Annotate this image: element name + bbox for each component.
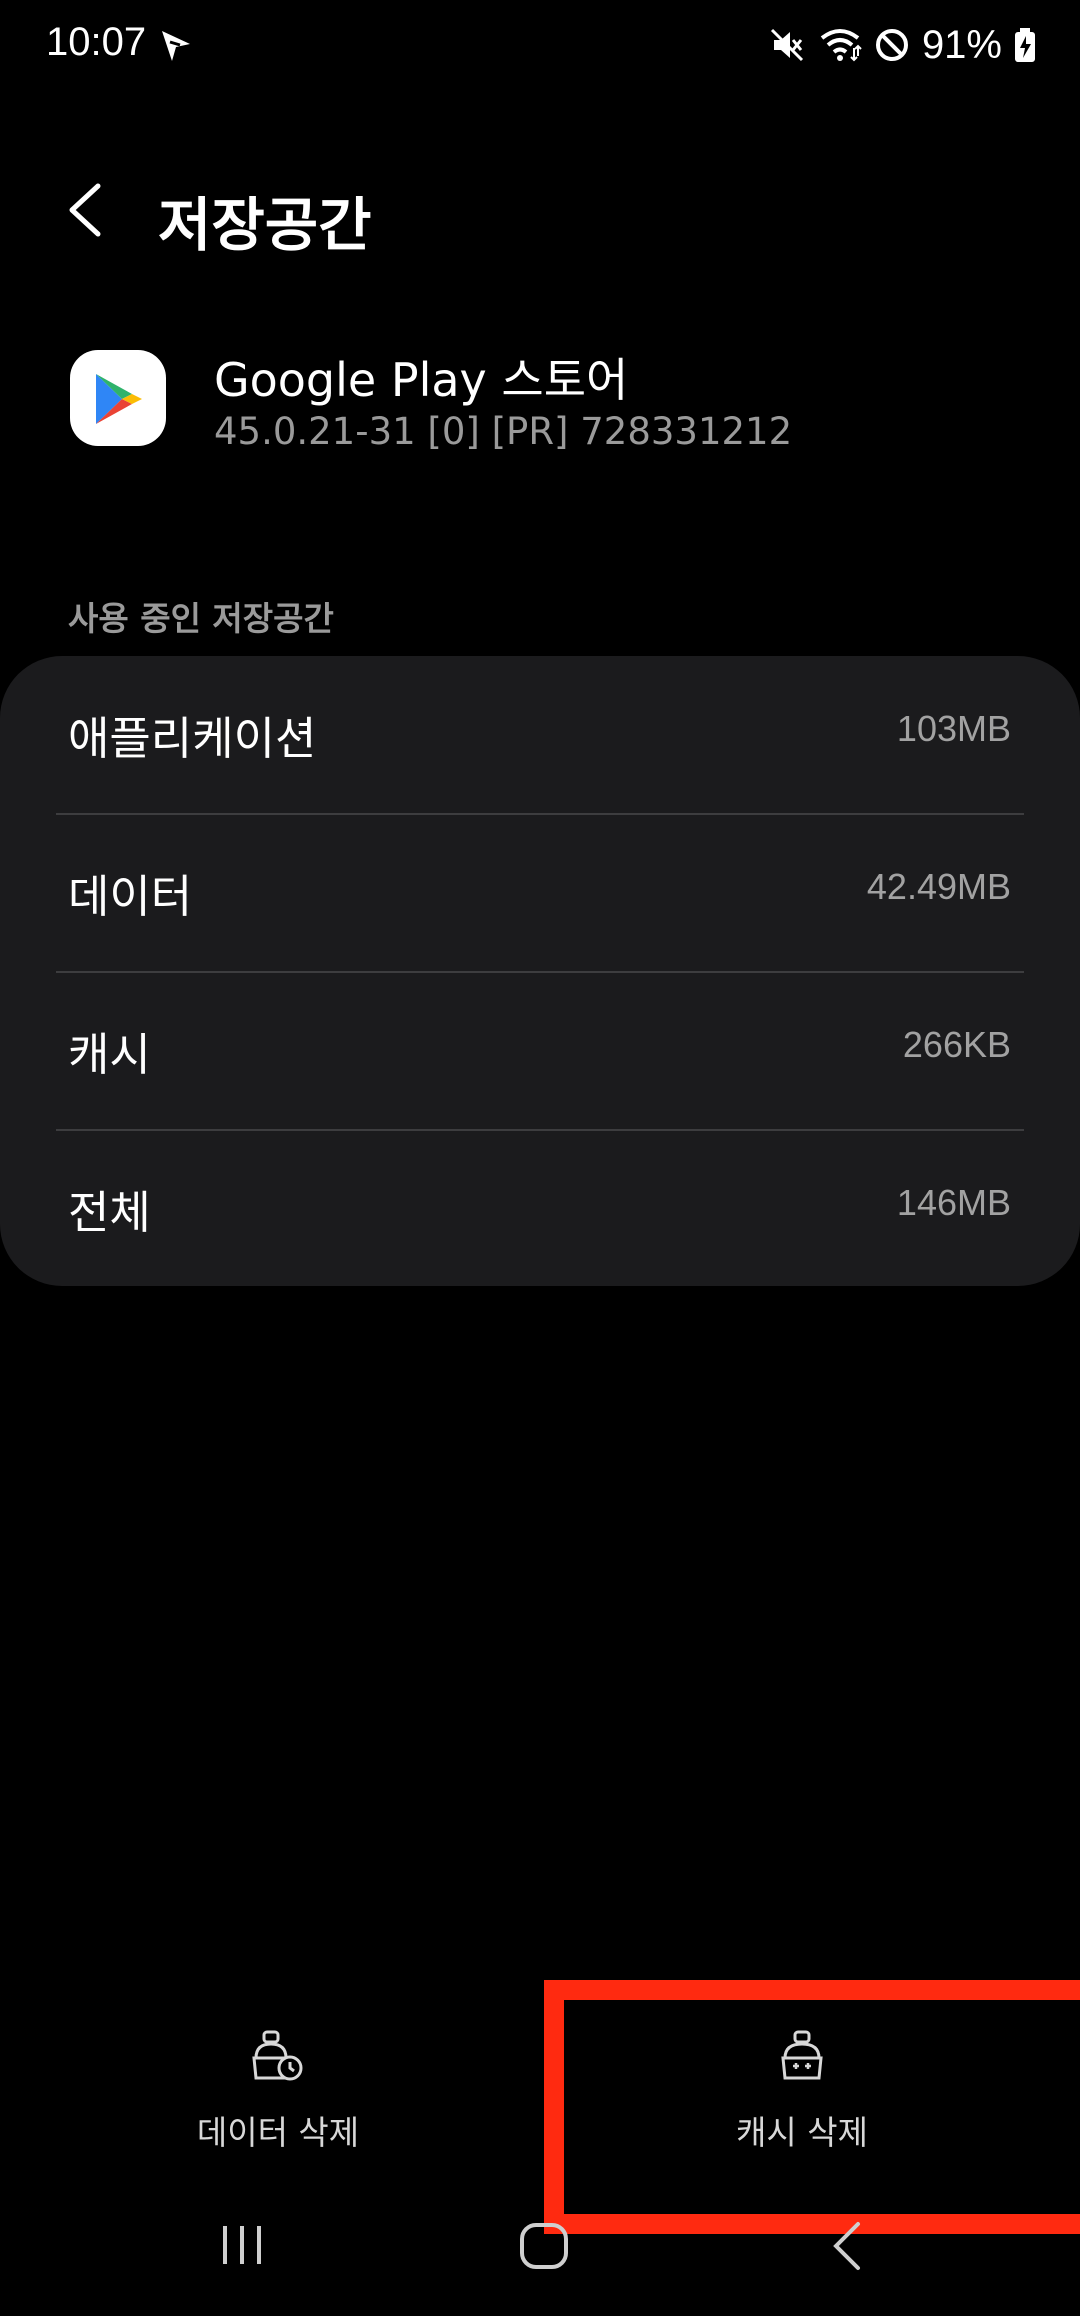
recent-apps-icon	[223, 2226, 261, 2264]
clear-cache-button[interactable]: 캐시 삭제	[592, 2020, 1012, 2160]
home-icon	[520, 2223, 568, 2269]
section-label: 사용 중인 저장공간	[68, 599, 334, 638]
status-time: 10:07	[46, 20, 147, 64]
nav-back-button[interactable]	[748, 2210, 948, 2290]
back-chevron-icon	[69, 183, 101, 237]
app-version: 45.0.21-31 [0] [PR] 728331212	[214, 410, 793, 453]
header: 저장공간	[0, 160, 1080, 260]
row-value: 42.49MB	[866, 866, 1011, 907]
navigation-arrow-icon	[158, 28, 194, 64]
google-play-icon	[70, 350, 166, 446]
storage-row-data: 데이터 42.49MB	[0, 814, 1080, 972]
status-icons: 91%	[768, 20, 1036, 70]
nav-back-icon	[833, 2222, 860, 2270]
navigation-bar	[0, 2210, 1080, 2316]
recent-apps-button[interactable]	[142, 2210, 342, 2290]
clear-cache-brush-icon	[777, 2028, 827, 2088]
row-label: 데이터	[68, 870, 193, 923]
storage-row-cache: 캐시 266KB	[0, 972, 1080, 1130]
wifi-icon	[818, 26, 862, 64]
back-button[interactable]	[58, 178, 118, 242]
row-value: 266KB	[902, 1024, 1011, 1065]
row-label: 캐시	[68, 1028, 151, 1081]
page-title: 저장공간	[158, 191, 372, 259]
storage-row-application: 애플리케이션 103MB	[0, 656, 1080, 814]
row-label: 애플리케이션	[68, 712, 317, 765]
storage-row-total: 전체 146MB	[0, 1130, 1080, 1288]
row-value: 146MB	[896, 1182, 1011, 1223]
do-not-disturb-icon	[874, 27, 910, 63]
row-label: 전체	[68, 1186, 151, 1239]
row-value: 103MB	[896, 708, 1011, 749]
app-name: Google Play 스토어	[214, 353, 629, 407]
battery-percent: 91%	[921, 22, 1002, 67]
status-bar: 10:07 91%	[0, 0, 1080, 90]
mute-icon	[768, 26, 806, 64]
clear-data-label: 데이터 삭제	[196, 2113, 360, 2152]
home-button[interactable]	[444, 2210, 644, 2290]
clear-data-button[interactable]: 데이터 삭제	[68, 2020, 488, 2160]
clear-cache-label: 캐시 삭제	[736, 2113, 868, 2152]
battery-charging-icon	[1014, 27, 1036, 63]
storage-card: 애플리케이션 103MB 데이터 42.49MB 캐시 266KB 전체 146…	[0, 656, 1080, 1286]
clear-data-brush-icon	[248, 2028, 308, 2088]
